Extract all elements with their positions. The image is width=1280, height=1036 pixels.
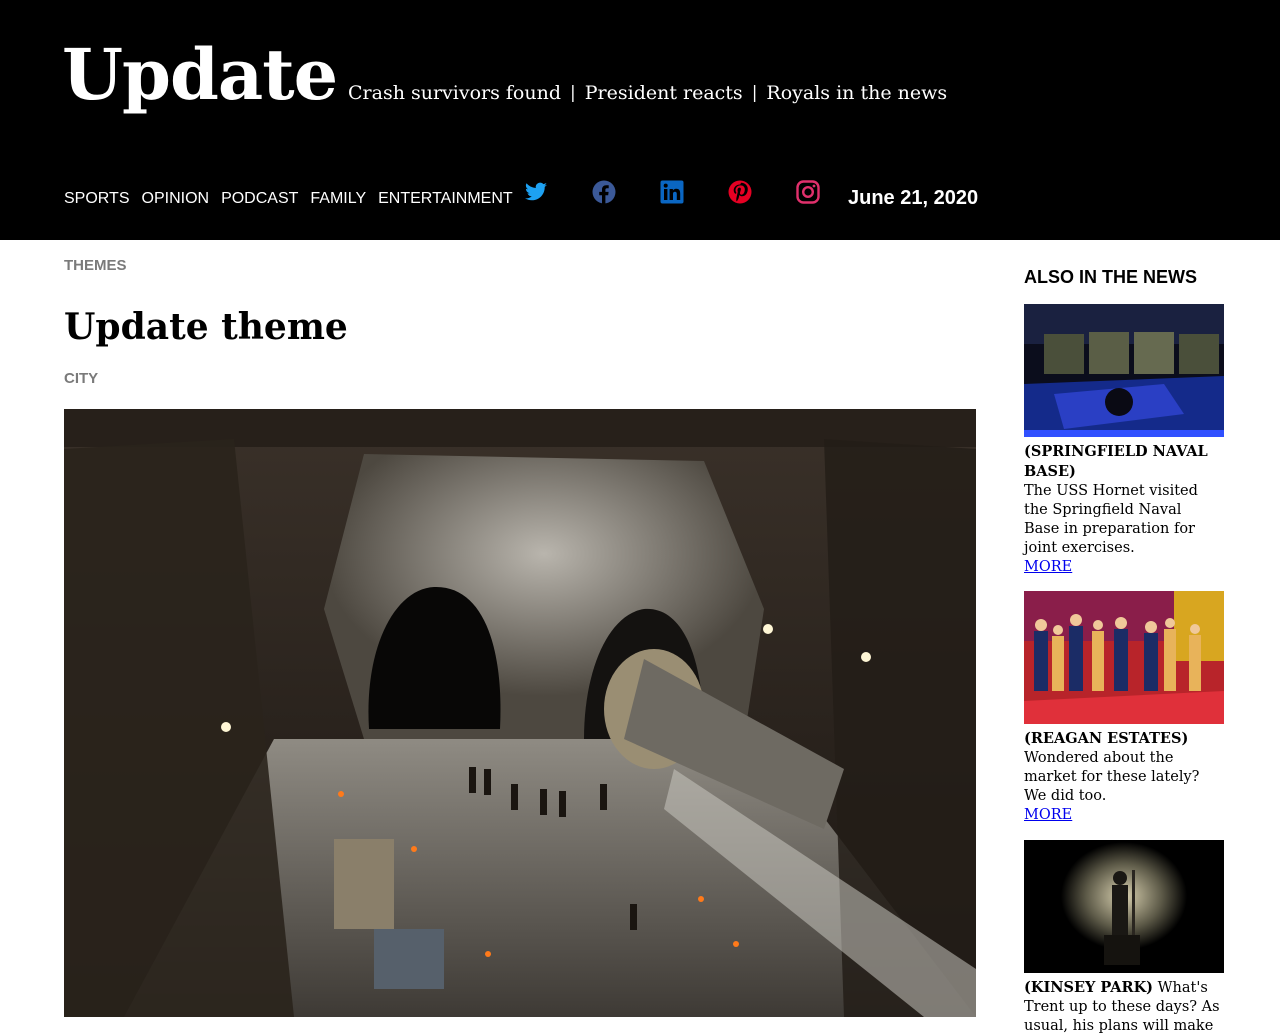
nav-sports[interactable]: SPORTS	[64, 188, 130, 210]
more-link[interactable]: MORE	[1024, 806, 1072, 825]
stage-performer-photo[interactable]	[1024, 840, 1224, 973]
story-location: (SPRINGFIELD NAVAL BASE)	[1024, 443, 1208, 480]
headline-separator: |	[570, 83, 576, 103]
site-logo[interactable]: Update	[62, 30, 338, 120]
story-blurb: (REAGAN ESTATES) Wondered about the mark…	[1024, 729, 1220, 825]
headline-separator: |	[751, 83, 758, 103]
news-story: (KINSEY PARK) What's Trent up to these d…	[1024, 840, 1224, 1036]
more-link[interactable]: MORE	[1024, 558, 1072, 577]
instagram-icon[interactable]	[796, 180, 820, 204]
story-location: (KINSEY PARK)	[1024, 979, 1154, 996]
ship-bridge-photo[interactable]	[1024, 304, 1224, 437]
sidebar-title: ALSO IN THE NEWS	[1024, 267, 1198, 287]
story-location: (REAGAN ESTATES)	[1024, 730, 1189, 747]
masthead: Update Crash survivors found | President…	[0, 0, 1280, 240]
nav-entertainment[interactable]: ENTERTAINMENT	[378, 188, 513, 210]
social-links	[524, 180, 820, 204]
current-date: June 21, 2020	[848, 187, 979, 209]
section-label[interactable]: THEMES	[64, 257, 127, 275]
action-figures-photo[interactable]	[1024, 591, 1224, 724]
nav-podcast[interactable]: PODCAST	[221, 188, 298, 210]
headline-link[interactable]: Royals in the news	[766, 80, 947, 106]
pinterest-icon[interactable]	[728, 180, 752, 204]
headline-link[interactable]: Crash survivors found	[348, 80, 561, 106]
story-blurb: (SPRINGFIELD NAVAL BASE) The USS Hornet …	[1024, 442, 1220, 577]
top-headlines: Crash survivors found | President reacts…	[348, 80, 947, 106]
twitter-icon[interactable]	[524, 180, 548, 204]
category-label[interactable]: CITY	[64, 370, 98, 388]
nav-family[interactable]: FAMILY	[310, 188, 366, 210]
story-text: The USS Hornet visited the Springfield N…	[1024, 483, 1198, 556]
main-nav: SPORTS OPINION PODCAST FAMILY ENTERTAINM…	[64, 188, 513, 210]
linkedin-icon[interactable]	[660, 180, 684, 204]
article-title: Update theme	[64, 306, 348, 348]
facebook-icon[interactable]	[592, 180, 616, 204]
news-story: (REAGAN ESTATES) Wondered about the mark…	[1024, 591, 1224, 825]
headline-link[interactable]: President reacts	[585, 80, 743, 106]
tunnel-construction-photo	[64, 409, 976, 1017]
nav-opinion[interactable]: OPINION	[142, 188, 210, 210]
story-text: Wondered about the market for these late…	[1024, 750, 1200, 804]
news-story: (SPRINGFIELD NAVAL BASE) The USS Hornet …	[1024, 304, 1224, 577]
story-blurb: (KINSEY PARK) What's Trent up to these d…	[1024, 978, 1220, 1036]
